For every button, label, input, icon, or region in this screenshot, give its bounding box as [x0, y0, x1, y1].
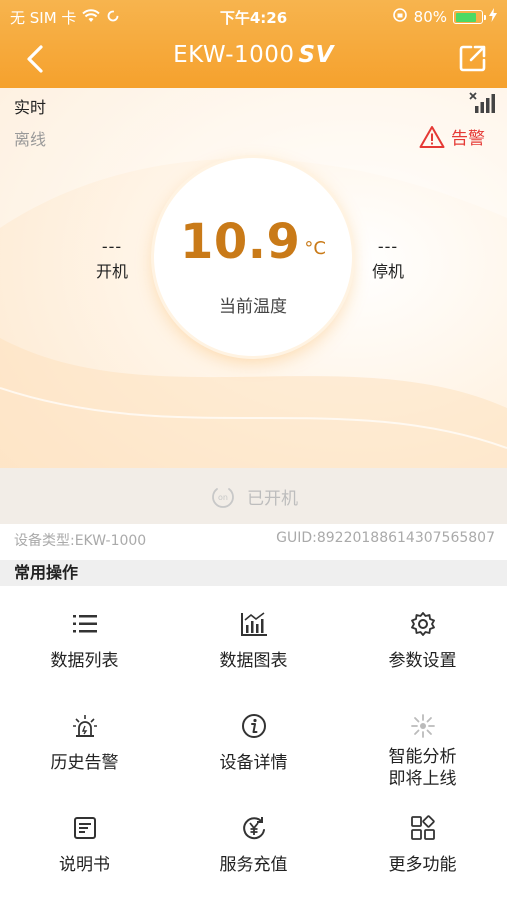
power-on-icon: on: [212, 488, 234, 508]
temperature-value: 10.9: [179, 214, 301, 270]
data-chart-label: 数据图表: [219, 651, 288, 671]
common-ops-grid: 数据列表 数据图表 参数设置 历史告警 设备详情 智能分析 即将上线 说明书 服…: [0, 590, 507, 900]
power-status-label: 已开机: [247, 488, 298, 509]
realtime-label: 实时: [14, 98, 47, 117]
temperature-readout: 10.9 °C: [154, 214, 352, 270]
page-title-text: EKW-1000: [173, 42, 295, 68]
device-details-label: 设备详情: [219, 753, 288, 773]
header: 无 SIM 卡 下午4:26 80% EKW-1000 SV: [0, 0, 507, 88]
share-icon: [459, 45, 486, 72]
alarm-history-button[interactable]: 历史告警: [0, 692, 169, 794]
manual-label: 说明书: [59, 855, 110, 875]
device-details-button[interactable]: 设备详情: [169, 692, 338, 794]
power-toggle-button[interactable]: on 已开机: [0, 468, 507, 524]
data-list-button[interactable]: 数据列表: [0, 590, 169, 692]
more-features-label: 更多功能: [388, 855, 457, 875]
recharge-button[interactable]: 服务充值: [169, 794, 338, 896]
start-label: 开机: [96, 262, 129, 281]
connection-status: 离线: [14, 130, 47, 149]
stop-value: ---: [377, 237, 399, 256]
data-chart-button[interactable]: 数据图表: [169, 590, 338, 692]
orientation-lock-icon: [392, 7, 408, 27]
start-value: ---: [101, 237, 123, 256]
more-apps-icon: [410, 812, 436, 844]
settings-label: 参数设置: [388, 651, 457, 671]
start-value-group: --- 开机: [96, 238, 128, 282]
smart-analysis-button[interactable]: 智能分析 即将上线: [338, 692, 507, 794]
more-features-button[interactable]: 更多功能: [338, 794, 507, 896]
temperature-dial: 10.9 °C 当前温度: [154, 158, 352, 356]
manual-button[interactable]: 说明书: [0, 794, 169, 896]
alarm-button[interactable]: 告警: [419, 124, 485, 149]
smart-analysis-sublabel: 即将上线: [388, 769, 457, 789]
device-guid: GUID:89220188614307565807: [276, 530, 495, 546]
status-right: 80%: [392, 7, 497, 27]
sparkle-icon: [410, 710, 436, 742]
chart-icon: [240, 608, 268, 640]
stop-value-group: --- 停机: [372, 238, 404, 282]
title-badge: SV: [298, 42, 334, 68]
common-ops-header: 常用操作: [0, 560, 507, 586]
nav-bar: EKW-1000 SV: [0, 32, 507, 88]
battery-icon: [453, 10, 486, 24]
temperature-unit: °C: [304, 238, 326, 259]
alarm-label: 告警: [451, 129, 485, 149]
list-icon: [72, 608, 98, 640]
realtime-panel: 实时 离线 告警 --- 开机 10.9 °C 当前温度 --- 停机 on 已开…: [0, 88, 507, 524]
warning-icon: [419, 125, 445, 148]
charging-icon: [489, 8, 497, 26]
device-info: 设备类型:EKW-1000 GUID:89220188614307565807: [0, 526, 507, 552]
recharge-label: 服务充值: [219, 855, 288, 875]
share-button[interactable]: [455, 40, 491, 76]
settings-button[interactable]: 参数设置: [338, 590, 507, 692]
signal-icon: [469, 92, 497, 118]
power-icon-text: on: [218, 493, 228, 502]
stop-label: 停机: [372, 262, 405, 281]
page-title: EKW-1000 SV: [0, 42, 507, 68]
data-list-label: 数据列表: [50, 651, 119, 671]
battery-fill: [455, 12, 476, 22]
battery-percent: 80%: [413, 8, 447, 26]
manual-icon: [72, 812, 98, 844]
recharge-icon: [240, 812, 268, 844]
alarm-history-label: 历史告警: [50, 753, 119, 773]
info-icon: [241, 710, 267, 742]
smart-analysis-label: 智能分析: [388, 747, 457, 767]
status-bar: 无 SIM 卡 下午4:26 80%: [0, 0, 507, 32]
device-type: 设备类型:EKW-1000: [14, 533, 147, 549]
alarm-light-icon: [71, 710, 99, 742]
temperature-caption: 当前温度: [219, 297, 287, 317]
gear-icon: [410, 608, 436, 640]
